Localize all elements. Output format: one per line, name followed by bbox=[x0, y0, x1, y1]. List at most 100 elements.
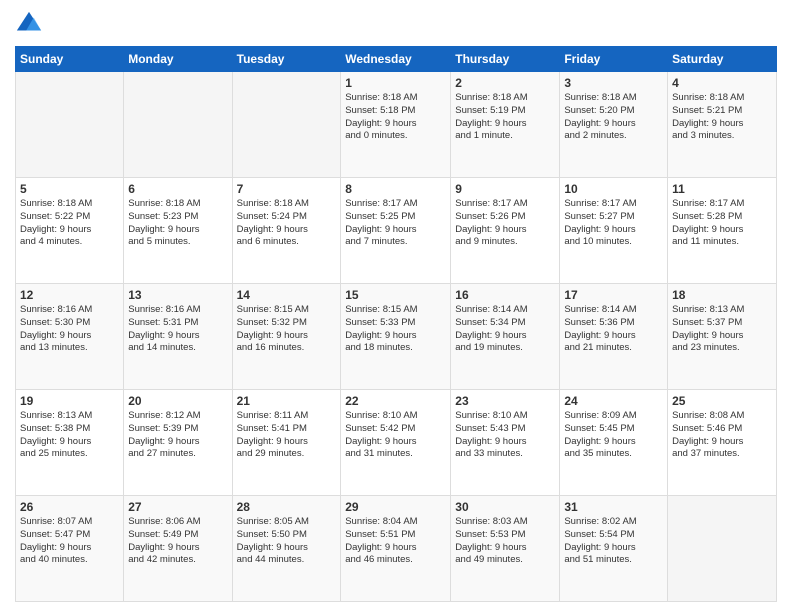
day-info: Sunrise: 8:17 AM Sunset: 5:27 PM Dayligh… bbox=[564, 198, 663, 249]
calendar-cell: 2Sunrise: 8:18 AM Sunset: 5:19 PM Daylig… bbox=[451, 72, 560, 178]
day-info: Sunrise: 8:15 AM Sunset: 5:33 PM Dayligh… bbox=[345, 304, 446, 355]
day-info: Sunrise: 8:18 AM Sunset: 5:20 PM Dayligh… bbox=[564, 92, 663, 143]
day-number: 13 bbox=[128, 288, 227, 302]
calendar-cell: 7Sunrise: 8:18 AM Sunset: 5:24 PM Daylig… bbox=[232, 178, 341, 284]
calendar-cell: 22 Sunrise: 8:10 AM Sunset: 5:42 PM Dayli… bbox=[341, 390, 451, 496]
day-number: 3 bbox=[564, 76, 663, 90]
logo bbox=[15, 10, 47, 38]
day-number: 9 bbox=[455, 182, 555, 196]
day-info: Sunrise: 8:13 AM Sunset: 5:37 PM Dayligh… bbox=[672, 304, 772, 355]
day-number: 16 bbox=[455, 288, 555, 302]
weekday-header: Thursday bbox=[451, 47, 560, 72]
day-info: Sunrise: 8:06 AM Sunset: 5:49 PM Dayligh… bbox=[128, 516, 227, 567]
calendar-cell: 11 Sunrise: 8:17 AM Sunset: 5:28 PM Dayli… bbox=[668, 178, 777, 284]
calendar-cell bbox=[668, 496, 777, 602]
weekday-header: Sunday bbox=[16, 47, 124, 72]
weekday-header: Monday bbox=[124, 47, 232, 72]
day-number: 25 bbox=[672, 394, 772, 408]
logo-icon bbox=[15, 10, 43, 38]
calendar-cell: 28 Sunrise: 8:05 AM Sunset: 5:50 PM Dayli… bbox=[232, 496, 341, 602]
calendar: SundayMondayTuesdayWednesdayThursdayFrid… bbox=[15, 46, 777, 602]
day-info: Sunrise: 8:13 AM Sunset: 5:38 PM Dayligh… bbox=[20, 410, 119, 461]
day-info: Sunrise: 8:17 AM Sunset: 5:25 PM Dayligh… bbox=[345, 198, 446, 249]
weekday-header: Wednesday bbox=[341, 47, 451, 72]
day-number: 4 bbox=[672, 76, 772, 90]
day-number: 2 bbox=[455, 76, 555, 90]
day-info: Sunrise: 8:11 AM Sunset: 5:41 PM Dayligh… bbox=[237, 410, 337, 461]
day-number: 24 bbox=[564, 394, 663, 408]
calendar-cell: 23Sunrise: 8:10 AM Sunset: 5:43 PM Dayli… bbox=[451, 390, 560, 496]
calendar-cell: 20 Sunrise: 8:12 AM Sunset: 5:39 PM Dayli… bbox=[124, 390, 232, 496]
day-info: Sunrise: 8:12 AM Sunset: 5:39 PM Dayligh… bbox=[128, 410, 227, 461]
day-number: 20 bbox=[128, 394, 227, 408]
calendar-cell: 30 Sunrise: 8:03 AM Sunset: 5:53 PM Dayli… bbox=[451, 496, 560, 602]
calendar-cell: 8 Sunrise: 8:17 AM Sunset: 5:25 PM Daylig… bbox=[341, 178, 451, 284]
day-number: 8 bbox=[345, 182, 446, 196]
day-number: 19 bbox=[20, 394, 119, 408]
day-info: Sunrise: 8:18 AM Sunset: 5:18 PM Dayligh… bbox=[345, 92, 446, 143]
calendar-cell: 17Sunrise: 8:14 AM Sunset: 5:36 PM Dayli… bbox=[560, 284, 668, 390]
day-number: 14 bbox=[237, 288, 337, 302]
day-number: 27 bbox=[128, 500, 227, 514]
calendar-cell: 19 Sunrise: 8:13 AM Sunset: 5:38 PM Dayli… bbox=[16, 390, 124, 496]
day-number: 12 bbox=[20, 288, 119, 302]
calendar-cell: 21 Sunrise: 8:11 AM Sunset: 5:41 PM Dayli… bbox=[232, 390, 341, 496]
calendar-cell: 29 Sunrise: 8:04 AM Sunset: 5:51 PM Dayli… bbox=[341, 496, 451, 602]
day-info: Sunrise: 8:16 AM Sunset: 5:31 PM Dayligh… bbox=[128, 304, 227, 355]
calendar-cell: 16 Sunrise: 8:14 AM Sunset: 5:34 PM Dayli… bbox=[451, 284, 560, 390]
weekday-header-row: SundayMondayTuesdayWednesdayThursdayFrid… bbox=[16, 47, 777, 72]
calendar-cell: 9Sunrise: 8:17 AM Sunset: 5:26 PM Daylig… bbox=[451, 178, 560, 284]
day-number: 28 bbox=[237, 500, 337, 514]
calendar-cell: 15 Sunrise: 8:15 AM Sunset: 5:33 PM Dayli… bbox=[341, 284, 451, 390]
day-number: 31 bbox=[564, 500, 663, 514]
day-number: 7 bbox=[237, 182, 337, 196]
calendar-cell: 27 Sunrise: 8:06 AM Sunset: 5:49 PM Dayli… bbox=[124, 496, 232, 602]
calendar-cell bbox=[16, 72, 124, 178]
calendar-cell: 12 Sunrise: 8:16 AM Sunset: 5:30 PM Dayli… bbox=[16, 284, 124, 390]
day-info: Sunrise: 8:17 AM Sunset: 5:28 PM Dayligh… bbox=[672, 198, 772, 249]
calendar-cell: 14 Sunrise: 8:15 AM Sunset: 5:32 PM Dayli… bbox=[232, 284, 341, 390]
day-info: Sunrise: 8:10 AM Sunset: 5:42 PM Dayligh… bbox=[345, 410, 446, 461]
day-number: 30 bbox=[455, 500, 555, 514]
day-info: Sunrise: 8:02 AM Sunset: 5:54 PM Dayligh… bbox=[564, 516, 663, 567]
day-number: 5 bbox=[20, 182, 119, 196]
day-number: 6 bbox=[128, 182, 227, 196]
day-info: Sunrise: 8:18 AM Sunset: 5:22 PM Dayligh… bbox=[20, 198, 119, 249]
day-number: 29 bbox=[345, 500, 446, 514]
calendar-cell: 10 Sunrise: 8:17 AM Sunset: 5:27 PM Dayli… bbox=[560, 178, 668, 284]
day-info: Sunrise: 8:16 AM Sunset: 5:30 PM Dayligh… bbox=[20, 304, 119, 355]
day-number: 1 bbox=[345, 76, 446, 90]
calendar-cell: 31 Sunrise: 8:02 AM Sunset: 5:54 PM Dayli… bbox=[560, 496, 668, 602]
calendar-cell: 4 Sunrise: 8:18 AM Sunset: 5:21 PM Daylig… bbox=[668, 72, 777, 178]
day-number: 26 bbox=[20, 500, 119, 514]
day-info: Sunrise: 8:14 AM Sunset: 5:34 PM Dayligh… bbox=[455, 304, 555, 355]
calendar-cell: 6Sunrise: 8:18 AM Sunset: 5:23 PM Daylig… bbox=[124, 178, 232, 284]
calendar-week-row: 5 Sunrise: 8:18 AM Sunset: 5:22 PM Daylig… bbox=[16, 178, 777, 284]
day-info: Sunrise: 8:03 AM Sunset: 5:53 PM Dayligh… bbox=[455, 516, 555, 567]
calendar-cell: 13 Sunrise: 8:16 AM Sunset: 5:31 PM Dayli… bbox=[124, 284, 232, 390]
day-number: 21 bbox=[237, 394, 337, 408]
day-number: 15 bbox=[345, 288, 446, 302]
day-info: Sunrise: 8:15 AM Sunset: 5:32 PM Dayligh… bbox=[237, 304, 337, 355]
day-info: Sunrise: 8:04 AM Sunset: 5:51 PM Dayligh… bbox=[345, 516, 446, 567]
day-info: Sunrise: 8:09 AM Sunset: 5:45 PM Dayligh… bbox=[564, 410, 663, 461]
calendar-cell: 25 Sunrise: 8:08 AM Sunset: 5:46 PM Dayli… bbox=[668, 390, 777, 496]
calendar-cell: 18Sunrise: 8:13 AM Sunset: 5:37 PM Dayli… bbox=[668, 284, 777, 390]
calendar-cell: 26Sunrise: 8:07 AM Sunset: 5:47 PM Dayli… bbox=[16, 496, 124, 602]
day-info: Sunrise: 8:18 AM Sunset: 5:21 PM Dayligh… bbox=[672, 92, 772, 143]
calendar-cell: 3 Sunrise: 8:18 AM Sunset: 5:20 PM Daylig… bbox=[560, 72, 668, 178]
day-info: Sunrise: 8:08 AM Sunset: 5:46 PM Dayligh… bbox=[672, 410, 772, 461]
day-number: 22 bbox=[345, 394, 446, 408]
header bbox=[15, 10, 777, 38]
weekday-header: Friday bbox=[560, 47, 668, 72]
calendar-cell bbox=[232, 72, 341, 178]
day-number: 11 bbox=[672, 182, 772, 196]
weekday-header: Tuesday bbox=[232, 47, 341, 72]
day-info: Sunrise: 8:10 AM Sunset: 5:43 PM Dayligh… bbox=[455, 410, 555, 461]
page-container: SundayMondayTuesdayWednesdayThursdayFrid… bbox=[0, 0, 792, 612]
day-info: Sunrise: 8:05 AM Sunset: 5:50 PM Dayligh… bbox=[237, 516, 337, 567]
day-number: 10 bbox=[564, 182, 663, 196]
calendar-week-row: 1 Sunrise: 8:18 AM Sunset: 5:18 PM Daylig… bbox=[16, 72, 777, 178]
calendar-cell: 5 Sunrise: 8:18 AM Sunset: 5:22 PM Daylig… bbox=[16, 178, 124, 284]
calendar-week-row: 19 Sunrise: 8:13 AM Sunset: 5:38 PM Dayli… bbox=[16, 390, 777, 496]
